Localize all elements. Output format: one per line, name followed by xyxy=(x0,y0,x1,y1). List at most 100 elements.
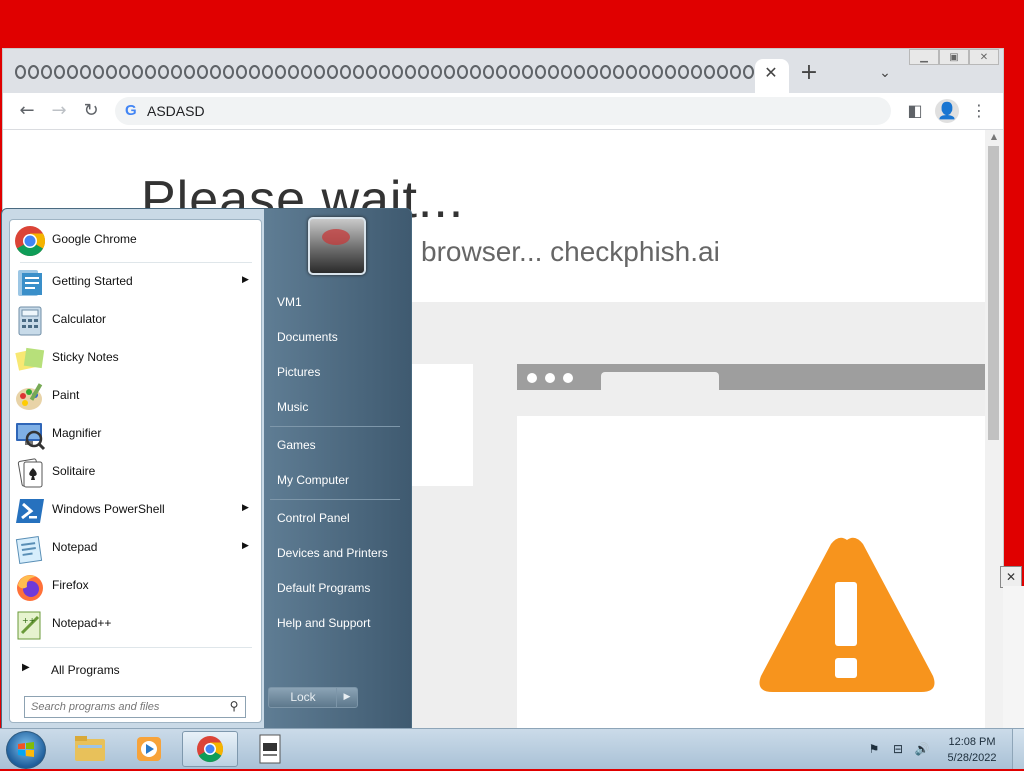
tab-favicon-icon[interactable] xyxy=(587,65,598,79)
scroll-up-arrow-icon[interactable]: ▲ xyxy=(989,132,999,142)
tab-favicon-icon[interactable] xyxy=(236,65,247,79)
start-search-input[interactable] xyxy=(31,699,221,715)
tab-favicon-icon[interactable] xyxy=(678,65,689,79)
right-link-control-panel[interactable]: Control Panel xyxy=(277,511,350,525)
tab-favicon-icon[interactable] xyxy=(626,65,637,79)
right-link-games[interactable]: Games xyxy=(277,438,316,452)
tab-favicon-icon[interactable] xyxy=(743,65,754,79)
tab-favicon-icon[interactable] xyxy=(509,65,520,79)
network-icon[interactable]: ⊟ xyxy=(890,741,906,757)
program-item-magnifier[interactable]: Magnifier xyxy=(10,416,261,454)
tab-favicon-icon[interactable] xyxy=(353,65,364,79)
tab-favicon-icon[interactable] xyxy=(54,65,65,79)
tab-favicon-icon[interactable] xyxy=(28,65,39,79)
tab-favicon-icon[interactable] xyxy=(210,65,221,79)
program-item-google-chrome[interactable]: Google Chrome xyxy=(10,222,261,260)
tab-favicon-icon[interactable] xyxy=(158,65,169,79)
program-item-windows-powershell[interactable]: Windows PowerShell ▶ xyxy=(10,492,261,530)
tab-favicon-icon[interactable] xyxy=(184,65,195,79)
right-link-default-programs[interactable]: Default Programs xyxy=(277,581,370,595)
shutdown-options-arrow-icon[interactable]: ▶ xyxy=(336,687,358,708)
tab-favicon-icon[interactable] xyxy=(223,65,234,79)
tab-favicon-icon[interactable] xyxy=(470,65,481,79)
action-center-flag-icon[interactable]: ⚑ xyxy=(866,741,882,757)
program-item-calculator[interactable]: Calculator xyxy=(10,302,261,340)
tab-favicon-icon[interactable] xyxy=(665,65,676,79)
tab-favicon-icon[interactable] xyxy=(249,65,260,79)
tab-favicon-icon[interactable] xyxy=(574,65,585,79)
program-item-paint[interactable]: Paint xyxy=(10,378,261,416)
address-bar[interactable]: G ASDASD xyxy=(115,97,891,125)
right-link-my-computer[interactable]: My Computer xyxy=(277,473,349,487)
tab-favicon-icon[interactable] xyxy=(314,65,325,79)
tab-favicon-icon[interactable] xyxy=(41,65,52,79)
start-button[interactable] xyxy=(6,731,46,769)
search-icon[interactable]: ⚲ xyxy=(226,698,242,714)
menu-icon[interactable]: ⋮ xyxy=(967,99,991,123)
tab-favicon-icon[interactable] xyxy=(600,65,611,79)
user-picture[interactable] xyxy=(308,217,366,275)
tab-favicon-icon[interactable] xyxy=(366,65,377,79)
tab-favicon-icon[interactable] xyxy=(93,65,104,79)
taskbar-document[interactable] xyxy=(242,731,298,767)
tab-favicon-icon[interactable] xyxy=(15,65,26,79)
right-link-help-and-support[interactable]: Help and Support xyxy=(277,616,370,630)
tab-favicon-icon[interactable] xyxy=(444,65,455,79)
tab-favicon-icon[interactable] xyxy=(392,65,403,79)
vertical-scrollbar[interactable]: ▲ xyxy=(985,130,1003,729)
tab-favicon-icon[interactable] xyxy=(171,65,182,79)
tab-search-icon[interactable]: ⌄ xyxy=(875,63,895,83)
tab-favicon-icon[interactable] xyxy=(691,65,702,79)
all-programs-button[interactable]: ▶ All Programs xyxy=(10,652,261,686)
tab-favicon-icon[interactable] xyxy=(288,65,299,79)
tab-favicon-icon[interactable] xyxy=(561,65,572,79)
program-item-notepad-plus-plus[interactable]: ++ Notepad++ xyxy=(10,606,261,644)
tab-favicon-icon[interactable] xyxy=(652,65,663,79)
tab-favicon-icon[interactable] xyxy=(639,65,650,79)
right-link-devices-and-printers[interactable]: Devices and Printers xyxy=(277,546,388,560)
close-button[interactable]: ✕ xyxy=(969,49,999,65)
program-item-solitaire[interactable]: Solitaire xyxy=(10,454,261,492)
right-link-pictures[interactable]: Pictures xyxy=(277,365,320,379)
tab-favicon-icon[interactable] xyxy=(197,65,208,79)
right-link-documents[interactable]: Documents xyxy=(277,330,338,344)
tab-close-icon[interactable]: ✕ xyxy=(763,63,779,83)
program-item-firefox[interactable]: Firefox xyxy=(10,568,261,606)
tab-favicon-icon[interactable] xyxy=(717,65,728,79)
new-tab-button[interactable]: + xyxy=(798,61,820,85)
tab-favicon-icon[interactable] xyxy=(535,65,546,79)
profile-icon[interactable]: 👤 xyxy=(935,99,959,123)
tab-favicon-icon[interactable] xyxy=(730,65,741,79)
tab-favicon-icon[interactable] xyxy=(145,65,156,79)
right-link-music[interactable]: Music xyxy=(277,400,308,414)
back-icon[interactable]: ← xyxy=(15,99,39,123)
tab-favicon-icon[interactable] xyxy=(340,65,351,79)
system-clock[interactable]: 12:08 PM 5/28/2022 xyxy=(940,734,1004,766)
program-item-notepad[interactable]: Notepad ▶ xyxy=(10,530,261,568)
tab-favicon-icon[interactable] xyxy=(496,65,507,79)
taskbar-media-player[interactable] xyxy=(122,731,178,767)
tab-favicon-icon[interactable] xyxy=(418,65,429,79)
taskbar-explorer[interactable] xyxy=(62,731,118,767)
program-item-sticky-notes[interactable]: Sticky Notes xyxy=(10,340,261,378)
forward-icon[interactable]: → xyxy=(47,99,71,123)
tab-favicon-icon[interactable] xyxy=(405,65,416,79)
right-link-vm1[interactable]: VM1 xyxy=(277,295,302,309)
tab-favicon-icon[interactable] xyxy=(80,65,91,79)
tab-favicon-icon[interactable] xyxy=(275,65,286,79)
taskbar-chrome[interactable] xyxy=(182,731,238,767)
tab-favicon-icon[interactable] xyxy=(327,65,338,79)
volume-icon[interactable]: 🔊 xyxy=(914,741,930,757)
show-desktop-button[interactable] xyxy=(1012,729,1024,769)
maximize-button[interactable]: ▣ xyxy=(939,49,969,65)
tab-favicon-icon[interactable] xyxy=(262,65,273,79)
tab-favicon-icon[interactable] xyxy=(301,65,312,79)
minimize-button[interactable]: ▁ xyxy=(909,49,939,65)
tab-favicon-icon[interactable] xyxy=(457,65,468,79)
tab-favicon-icon[interactable] xyxy=(548,65,559,79)
tab-favicon-icon[interactable] xyxy=(704,65,715,79)
tab-favicon-icon[interactable] xyxy=(67,65,78,79)
tab-favicon-icon[interactable] xyxy=(431,65,442,79)
scroll-thumb[interactable] xyxy=(988,146,999,440)
program-item-getting-started[interactable]: Getting Started ▶ xyxy=(10,264,261,302)
